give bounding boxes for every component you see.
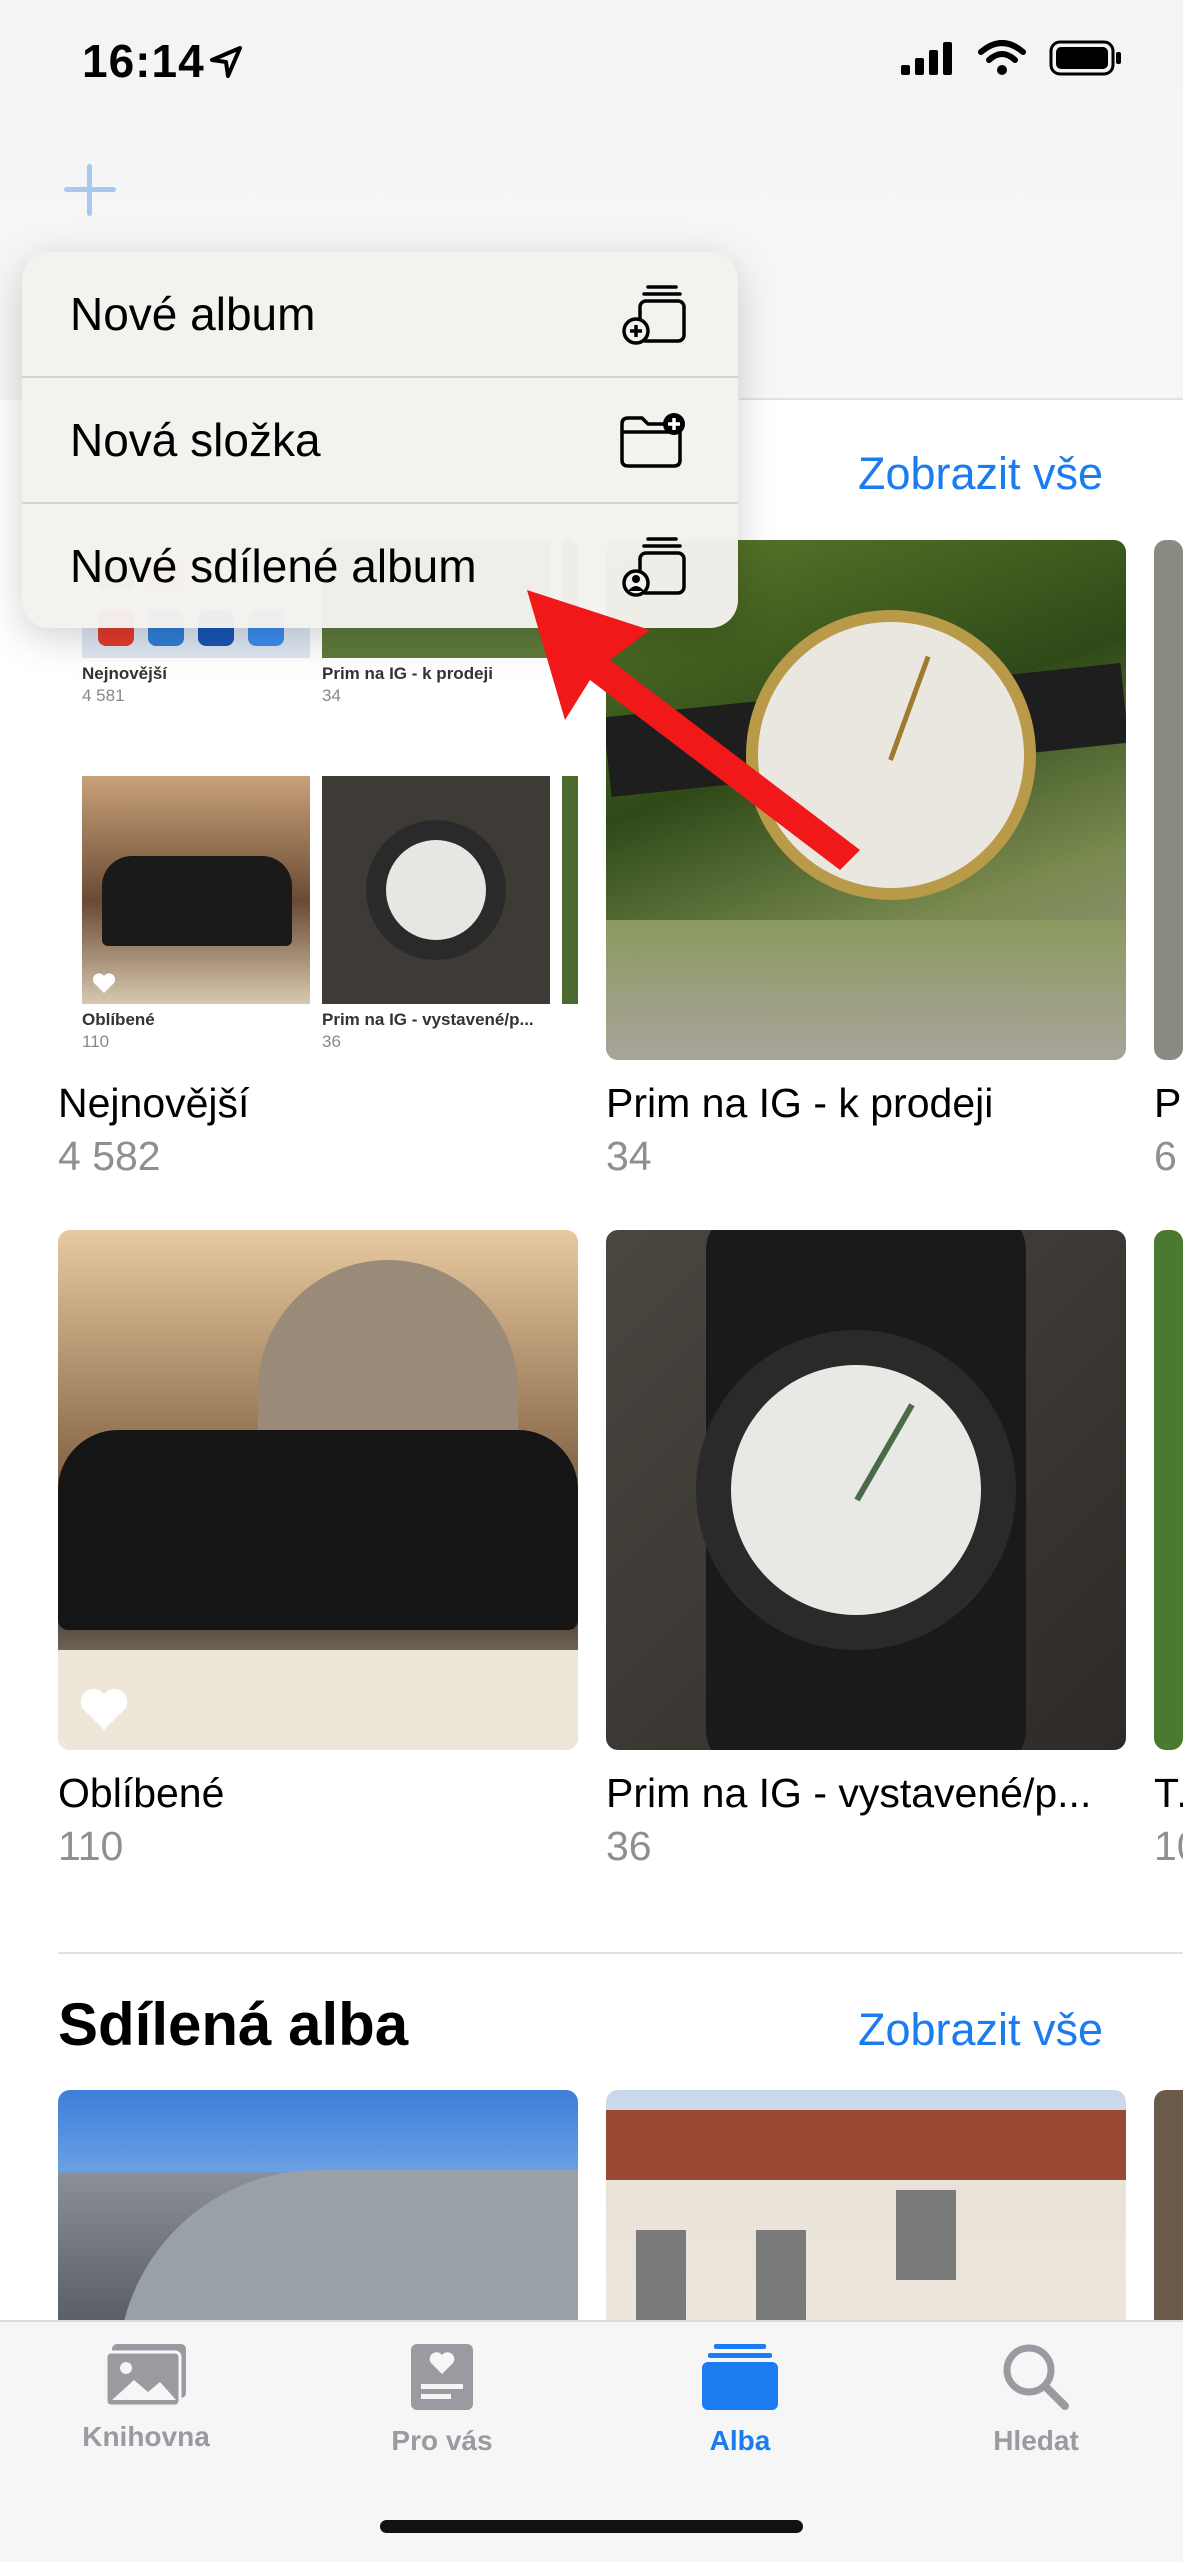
album-count: 110 bbox=[58, 1823, 124, 1869]
album-count: 6 bbox=[1154, 1133, 1177, 1179]
shared-albums-see-all-link[interactable]: Zobrazit vše bbox=[858, 2004, 1103, 2056]
tab-for-you[interactable]: Pro vás bbox=[342, 2342, 542, 2457]
album-count: 34 bbox=[606, 1133, 652, 1179]
album-name: Prim na IG - vystavené/p... bbox=[606, 1770, 1092, 1816]
tab-search[interactable]: Hledat bbox=[936, 2342, 1136, 2457]
mini-tile-label: Nejnovější bbox=[82, 664, 168, 683]
menu-item-new-album[interactable]: Nové album bbox=[22, 252, 738, 378]
shared-album-thumbnail[interactable] bbox=[606, 2090, 1126, 2322]
tab-library[interactable]: Knihovna bbox=[46, 2342, 246, 2453]
album-add-icon bbox=[622, 285, 686, 345]
home-indicator bbox=[380, 2520, 803, 2533]
search-icon bbox=[1003, 2344, 1069, 2410]
folder-add-icon bbox=[620, 413, 685, 468]
status-time: 16:14 bbox=[82, 35, 205, 87]
album-name: Te bbox=[1154, 1770, 1183, 1816]
album-prim-ig-exhibited-thumbnail bbox=[606, 1230, 1126, 1750]
album-partial-2[interactable]: Te 10 bbox=[1154, 1230, 1183, 1870]
mini-tile-count: 36 bbox=[322, 1032, 341, 1051]
my-albums-see-all-link[interactable]: Zobrazit vše bbox=[858, 448, 1103, 500]
album-favorites[interactable]: Oblíbené 110 bbox=[58, 1230, 578, 1870]
battery-icon bbox=[1049, 40, 1121, 76]
section-divider bbox=[58, 1952, 1183, 1954]
mini-tile-count: 110 bbox=[82, 1032, 110, 1051]
album-favorites-thumbnail bbox=[58, 1230, 578, 1750]
shared-album-thumbnail[interactable] bbox=[58, 2090, 578, 2322]
album-name: Prim na IG - k prodeji bbox=[606, 1080, 994, 1126]
album-partial-1[interactable]: P 6 bbox=[1154, 540, 1183, 1180]
section-divider bbox=[740, 398, 1183, 400]
photo-library-icon bbox=[104, 2344, 186, 2408]
album-name: Nejnovější bbox=[58, 1080, 250, 1126]
mini-heart-icon bbox=[92, 973, 116, 993]
tab-label: Pro vás bbox=[391, 2425, 493, 2456]
mini-tile-label: Prim na IG - vystavené/p... bbox=[322, 1010, 534, 1029]
album-prim-ig-exhibited[interactable]: Prim na IG - vystavené/p... 36 bbox=[606, 1230, 1126, 1870]
add-plus-icon[interactable] bbox=[60, 160, 120, 220]
mini-tile-label: Oblíbené bbox=[82, 1010, 155, 1029]
tab-label: Alba bbox=[709, 2425, 771, 2456]
wifi-icon bbox=[978, 40, 1026, 75]
shared-album-thumbnail[interactable] bbox=[1154, 2090, 1183, 2322]
album-partial-2-thumbnail bbox=[1154, 1230, 1183, 1750]
mini-tile-count: 4 581 bbox=[82, 686, 125, 705]
album-name: Oblíbené bbox=[58, 1770, 225, 1816]
albums-icon bbox=[702, 2344, 778, 2410]
mini-tile-label: Prim na IG - k prodeji bbox=[322, 664, 493, 683]
shared-albums-title: Sdílená alba bbox=[58, 1991, 409, 2058]
annotation-arrow bbox=[527, 590, 860, 870]
album-count: 36 bbox=[606, 1823, 652, 1869]
mini-photo-group bbox=[82, 776, 310, 1004]
favorite-heart-icon bbox=[80, 1688, 128, 1730]
for-you-icon bbox=[411, 2344, 473, 2410]
album-partial-1-thumbnail bbox=[1154, 540, 1183, 1060]
tab-albums[interactable]: Alba bbox=[640, 2342, 840, 2457]
cellular-signal-icon bbox=[901, 42, 952, 75]
menu-item-new-folder[interactable]: Nová složka bbox=[22, 378, 738, 504]
menu-item-label: Nová složka bbox=[70, 414, 321, 466]
tab-label: Hledat bbox=[993, 2425, 1079, 2456]
album-count: 10 bbox=[1154, 1823, 1183, 1869]
mini-tile-count: 34 bbox=[322, 686, 341, 705]
tab-label: Knihovna bbox=[82, 2421, 210, 2452]
album-count: 4 582 bbox=[58, 1133, 161, 1179]
menu-item-label: Nové album bbox=[70, 288, 316, 340]
menu-item-label: Nové sdílené album bbox=[70, 540, 477, 592]
location-arrow-icon bbox=[210, 46, 242, 78]
album-name: P bbox=[1154, 1080, 1182, 1126]
